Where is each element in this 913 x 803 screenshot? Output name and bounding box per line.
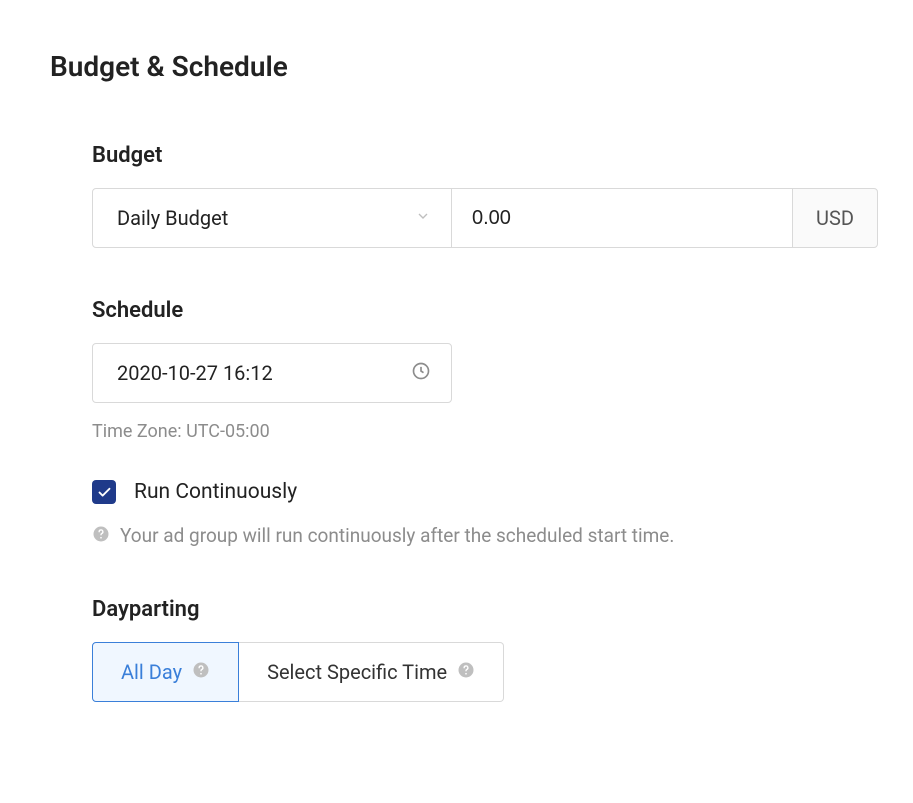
schedule-label: Schedule	[92, 298, 863, 323]
schedule-help-row: Your ad group will run continuously afte…	[92, 524, 863, 547]
dayparting-tabs: All Day Select Specific Time	[92, 642, 863, 702]
run-continuously-checkbox[interactable]	[92, 480, 116, 504]
run-continuously-label: Run Continuously	[134, 480, 297, 504]
schedule-help-text: Your ad group will run continuously afte…	[120, 524, 674, 547]
budget-amount-input[interactable]	[452, 188, 792, 248]
timezone-text: Time Zone: UTC-05:00	[92, 421, 863, 442]
currency-suffix: USD	[792, 188, 878, 248]
help-icon	[92, 525, 110, 547]
help-icon	[457, 660, 475, 684]
run-continuously-row: Run Continuously	[92, 480, 863, 504]
schedule-datetime-input[interactable]: 2020-10-27 16:12	[92, 343, 452, 403]
tab-specific-time[interactable]: Select Specific Time	[239, 642, 504, 702]
clock-icon	[411, 361, 431, 385]
tab-all-day[interactable]: All Day	[92, 642, 239, 702]
tab-all-day-label: All Day	[121, 660, 182, 684]
schedule-datetime-value: 2020-10-27 16:12	[117, 361, 273, 385]
tab-specific-time-label: Select Specific Time	[267, 660, 447, 684]
dayparting-section: Dayparting All Day Select Specific Time	[50, 597, 863, 702]
help-icon	[192, 660, 210, 684]
schedule-section: Schedule 2020-10-27 16:12 Time Zone: UTC…	[50, 298, 863, 547]
dayparting-label: Dayparting	[92, 597, 863, 622]
page-title: Budget & Schedule	[50, 50, 863, 83]
budget-section: Budget Daily Budget USD	[50, 143, 863, 248]
chevron-down-icon	[415, 208, 431, 228]
budget-type-value: Daily Budget	[117, 206, 228, 230]
budget-row: Daily Budget USD	[92, 188, 878, 248]
budget-type-select[interactable]: Daily Budget	[92, 188, 452, 248]
budget-label: Budget	[92, 143, 863, 168]
